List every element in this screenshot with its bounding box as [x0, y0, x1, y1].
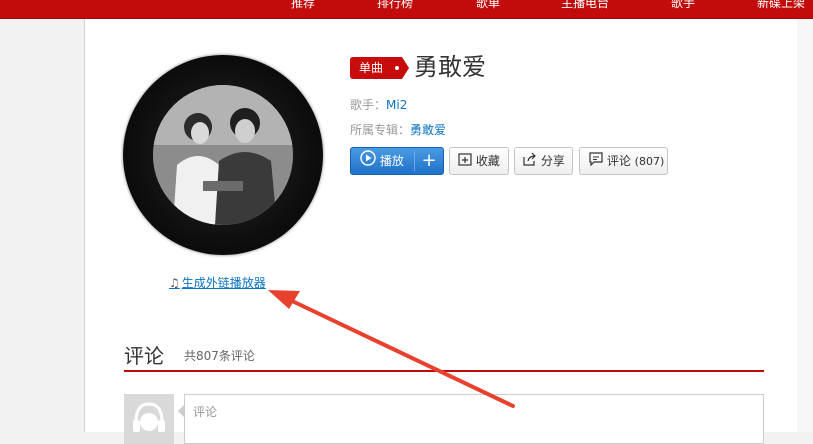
annotation-arrow-icon [268, 290, 515, 408]
